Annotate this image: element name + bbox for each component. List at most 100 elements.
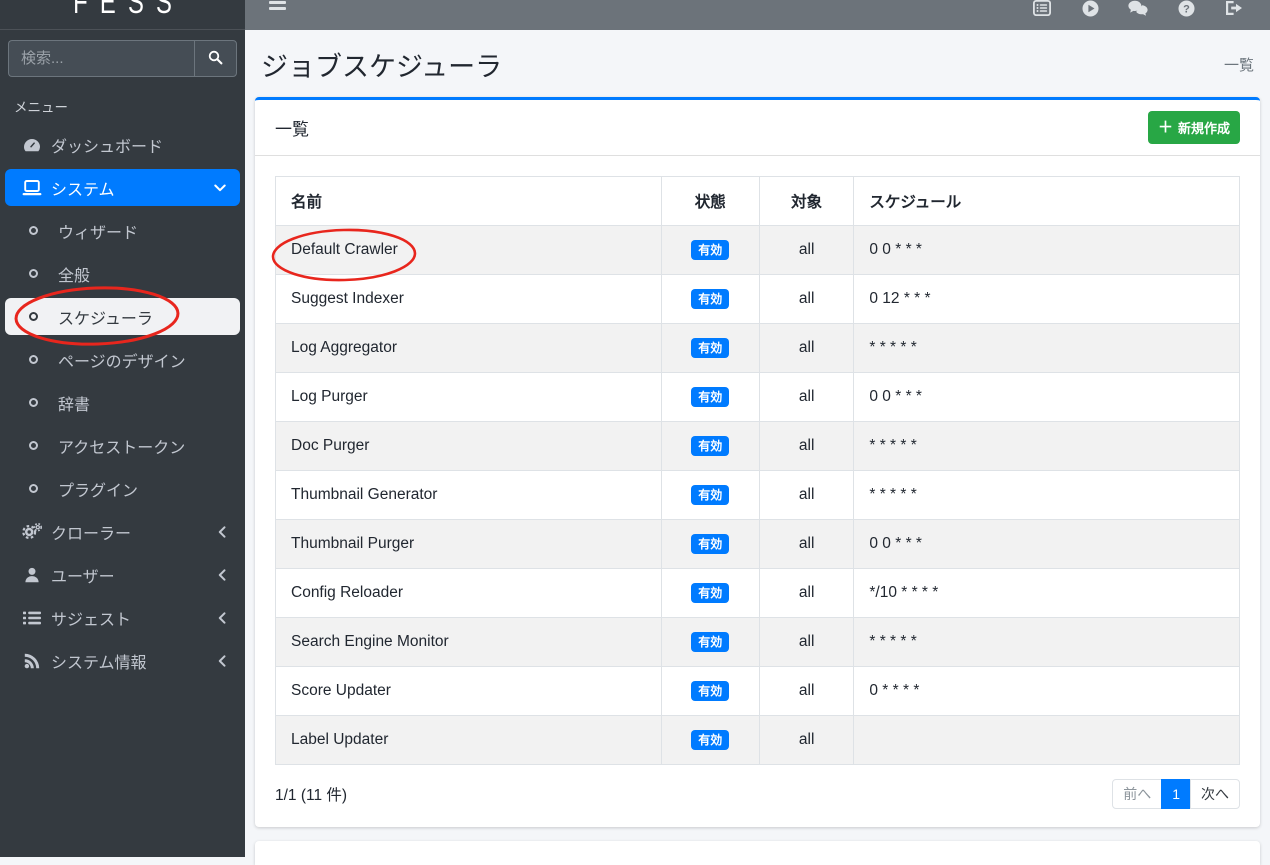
job-name: Log Aggregator bbox=[276, 324, 662, 373]
page-title: ジョブスケジューラ bbox=[261, 45, 502, 84]
search-button[interactable] bbox=[194, 40, 237, 77]
table-row[interactable]: Log Purger 有効 all 0 0 * * * bbox=[276, 373, 1240, 422]
status-badge: 有効 bbox=[691, 632, 729, 652]
table-row[interactable]: Label Updater 有効 all bbox=[276, 716, 1240, 765]
sidebar-item-page-design[interactable]: ページのデザイン bbox=[5, 341, 240, 378]
top-navbar: ? bbox=[245, 0, 1270, 30]
circle-icon bbox=[29, 312, 38, 321]
column-header-target: 対象 bbox=[759, 177, 853, 226]
job-target: all bbox=[759, 618, 853, 667]
sidebar-item-system-info[interactable]: システム情報 bbox=[5, 642, 240, 679]
sidebar-item-system[interactable]: システム bbox=[5, 169, 240, 206]
table-row[interactable]: Doc Purger 有効 all * * * * * bbox=[276, 422, 1240, 471]
job-schedule: * * * * * bbox=[854, 324, 1240, 373]
sidebar-item-suggest[interactable]: サジェスト bbox=[5, 599, 240, 636]
content-area: ジョブスケジューラ 一覧 一覧 ＋ 新規作成 名前 状態 対象 スケジュール bbox=[245, 30, 1270, 857]
pagination: 前へ 1 次へ bbox=[1112, 779, 1240, 809]
table-row[interactable]: Log Aggregator 有効 all * * * * * bbox=[276, 324, 1240, 373]
job-target: all bbox=[759, 226, 853, 275]
table-row[interactable]: Suggest Indexer 有効 all 0 12 * * * bbox=[276, 275, 1240, 324]
status-badge: 有効 bbox=[691, 485, 729, 505]
create-new-button[interactable]: ＋ 新規作成 bbox=[1148, 111, 1240, 144]
job-target: all bbox=[759, 275, 853, 324]
job-schedule: */10 * * * * bbox=[854, 569, 1240, 618]
sidebar-item-label: プラグイン bbox=[58, 477, 138, 501]
breadcrumb: 一覧 bbox=[1224, 54, 1254, 75]
sidebar-item-user[interactable]: ユーザー bbox=[5, 556, 240, 593]
sign-out-icon[interactable] bbox=[1210, 0, 1258, 18]
sidebar-item-general[interactable]: 全般 bbox=[5, 255, 240, 292]
status-badge: 有効 bbox=[691, 436, 729, 456]
sidebar-item-label: ダッシュボード bbox=[51, 133, 163, 157]
job-schedule: 0 0 * * * bbox=[854, 226, 1240, 275]
circle-icon bbox=[29, 484, 38, 493]
page-1-button[interactable]: 1 bbox=[1161, 779, 1191, 809]
sidebar-item-label: スケジューラ bbox=[58, 305, 153, 329]
sidebar-item-crawler[interactable]: クローラー bbox=[5, 513, 240, 550]
job-target: all bbox=[759, 324, 853, 373]
brand-logo-text: FESS bbox=[34, 0, 210, 21]
column-header-name: 名前 bbox=[276, 177, 662, 226]
job-name: Doc Purger bbox=[276, 422, 662, 471]
sidebar-item-dictionary[interactable]: 辞書 bbox=[5, 384, 240, 421]
question-circle-icon[interactable]: ? bbox=[1162, 0, 1210, 18]
sidebar-item-label: アクセストークン bbox=[58, 434, 185, 458]
job-schedule: * * * * * bbox=[854, 422, 1240, 471]
sidebar-item-label: ユーザー bbox=[51, 563, 115, 587]
prev-page-button[interactable]: 前へ bbox=[1112, 779, 1162, 809]
job-name: Config Reloader bbox=[276, 569, 662, 618]
table-row[interactable]: Search Engine Monitor 有効 all * * * * * bbox=[276, 618, 1240, 667]
job-name: Label Updater bbox=[276, 716, 662, 765]
job-name: Search Engine Monitor bbox=[276, 618, 662, 667]
hamburger-menu-icon[interactable] bbox=[269, 0, 286, 13]
job-target: all bbox=[759, 520, 853, 569]
job-target: all bbox=[759, 569, 853, 618]
list-alt-icon[interactable] bbox=[1018, 0, 1066, 18]
table-row[interactable]: Thumbnail Purger 有効 all 0 0 * * * bbox=[276, 520, 1240, 569]
circle-icon bbox=[29, 441, 38, 450]
brand-logo[interactable]: FESS bbox=[0, 0, 245, 30]
sidebar-item-wizard[interactable]: ウィザード bbox=[5, 212, 240, 249]
sidebar-item-label: サジェスト bbox=[51, 606, 131, 630]
circle-icon bbox=[29, 398, 38, 407]
job-list-card: 一覧 ＋ 新規作成 名前 状態 対象 スケジュール bbox=[255, 97, 1260, 827]
job-schedule bbox=[854, 716, 1240, 765]
sidebar-item-label: ページのデザイン bbox=[58, 348, 186, 372]
job-name: Thumbnail Generator bbox=[276, 471, 662, 520]
play-circle-icon[interactable] bbox=[1066, 0, 1114, 18]
table-row[interactable]: Score Updater 有効 all 0 * * * * bbox=[276, 667, 1240, 716]
sidebar-item-label: システム bbox=[51, 176, 115, 200]
menu-section-label: メニュー bbox=[14, 96, 245, 116]
comments-icon[interactable] bbox=[1114, 0, 1162, 18]
page-summary: 1/1 (11 件) bbox=[275, 783, 347, 805]
sidebar-item-access-token[interactable]: アクセストークン bbox=[5, 427, 240, 464]
job-name: Thumbnail Purger bbox=[276, 520, 662, 569]
table-row[interactable]: Config Reloader 有効 all */10 * * * * bbox=[276, 569, 1240, 618]
chevron-left-icon bbox=[218, 569, 230, 581]
plus-icon: ＋ bbox=[1158, 120, 1173, 135]
create-new-label: 新規作成 bbox=[1178, 118, 1230, 137]
status-badge: 有効 bbox=[691, 730, 729, 750]
job-target: all bbox=[759, 716, 853, 765]
table-row[interactable]: Default Crawler 有効 all 0 0 * * * bbox=[276, 226, 1240, 275]
sidebar-item-dashboard[interactable]: ダッシュボード bbox=[5, 126, 240, 163]
status-badge: 有効 bbox=[691, 240, 729, 260]
job-schedule: 0 * * * * bbox=[854, 667, 1240, 716]
job-target: all bbox=[759, 667, 853, 716]
card-title: 一覧 bbox=[275, 115, 309, 140]
job-target: all bbox=[759, 471, 853, 520]
status-badge: 有効 bbox=[691, 681, 729, 701]
circle-icon bbox=[29, 355, 38, 364]
sidebar-item-plugin[interactable]: プラグイン bbox=[5, 470, 240, 507]
status-badge: 有効 bbox=[691, 583, 729, 603]
job-name: Default Crawler bbox=[276, 226, 662, 275]
sidebar-nav: ダッシュボード システム ウィザード 全般 スケジューラ ページのデザイン bbox=[0, 126, 245, 679]
job-name: Suggest Indexer bbox=[276, 275, 662, 324]
next-card-stub bbox=[255, 841, 1260, 865]
gauge-icon bbox=[17, 137, 47, 153]
table-row[interactable]: Thumbnail Generator 有効 all * * * * * bbox=[276, 471, 1240, 520]
search-input[interactable] bbox=[8, 40, 194, 77]
job-name: Score Updater bbox=[276, 667, 662, 716]
next-page-button[interactable]: 次へ bbox=[1190, 779, 1240, 809]
sidebar-item-scheduler[interactable]: スケジューラ bbox=[5, 298, 240, 335]
